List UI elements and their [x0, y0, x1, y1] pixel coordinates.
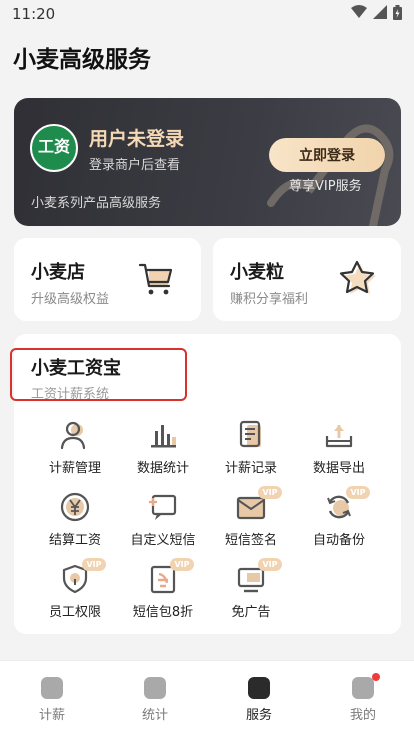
vip-badge: VIP: [346, 486, 370, 499]
profile-icon: [352, 677, 374, 699]
login-button[interactable]: 立即登录: [269, 138, 385, 172]
vip-service-text: 尊享VIP服务: [289, 179, 362, 194]
feature-sms-signature[interactable]: VIP 短信签名: [206, 486, 296, 553]
status-time: 11:20: [12, 5, 56, 23]
feature-ad-free[interactable]: VIP 免广告: [206, 558, 296, 625]
tab-label: 服务: [245, 708, 272, 723]
feature-employee-permissions[interactable]: VIP 员工权限: [30, 558, 120, 625]
feature-label: 结算工资: [48, 533, 101, 548]
feature-salary-records[interactable]: 计薪记录: [206, 419, 296, 481]
status-icons: [351, 4, 402, 24]
highlight-annotation: [10, 348, 187, 401]
feature-label: 短信包8折: [132, 605, 194, 620]
login-status-title: 用户未登录: [89, 128, 185, 150]
diamond-icon: [248, 677, 270, 699]
shortcut-title: 小麦店: [31, 262, 85, 283]
login-status-subtitle: 登录商户后查看: [89, 158, 181, 173]
feature-salary-management[interactable]: 计薪管理: [30, 419, 120, 481]
document-icon: [239, 420, 261, 448]
bottom-tab-bar: 计薪 统计 服务 我的: [0, 660, 414, 736]
shortcut-subtitle: 赚积分享福利: [230, 292, 309, 307]
feature-label: 计薪管理: [48, 461, 101, 476]
status-bar: 11:20: [0, 0, 414, 28]
feature-data-export[interactable]: 数据导出: [294, 419, 384, 481]
feature-label: 自定义短信: [130, 533, 196, 548]
feature-label: 数据导出: [312, 461, 365, 476]
notification-dot: [372, 673, 380, 681]
shortcut-card-xiaomai-store[interactable]: 小麦店 升级高级权益: [14, 238, 201, 321]
star-icon: [339, 260, 376, 294]
vip-login-card[interactable]: 工资 用户未登录 登录商户后查看 小麦系列产品高级服务 立即登录 尊享VIP服务: [14, 98, 401, 226]
wifi-icon: [351, 5, 367, 23]
series-description: 小麦系列产品高级服务: [31, 196, 162, 211]
upload-icon: [325, 425, 353, 448]
feature-sms-package-discount[interactable]: VIP 短信包8折: [118, 558, 208, 625]
logo-text: 工资: [37, 137, 70, 156]
shortcut-subtitle: 升级高级权益: [31, 292, 110, 307]
app-logo: 工资: [30, 124, 78, 172]
signal-icon: [373, 5, 387, 23]
vip-badge: VIP: [258, 558, 282, 571]
shortcut-title: 小麦粒: [230, 262, 284, 283]
shopping-cart-icon: [138, 263, 173, 295]
tab-profile[interactable]: 我的: [328, 673, 398, 725]
message-add-icon: [149, 494, 177, 520]
tab-label: 统计: [141, 708, 168, 723]
stats-icon: [144, 677, 166, 699]
vip-badge: VIP: [82, 558, 106, 571]
tab-salary[interactable]: 计薪: [17, 673, 87, 725]
yen-icon: [60, 492, 90, 522]
tab-label: 计薪: [38, 708, 65, 723]
feature-auto-backup[interactable]: VIP 自动备份: [294, 486, 384, 553]
feature-settle-salary[interactable]: 结算工资: [30, 491, 120, 553]
tab-statistics[interactable]: 统计: [120, 673, 190, 725]
feature-custom-sms[interactable]: 自定义短信: [118, 491, 208, 553]
page-title: 小麦高级服务: [13, 47, 151, 73]
feature-label: 免广告: [231, 605, 271, 620]
vip-badge: VIP: [170, 558, 194, 571]
tab-services[interactable]: 服务: [224, 673, 294, 725]
bar-chart-icon: [151, 425, 176, 448]
vip-badge: VIP: [258, 486, 282, 499]
user-icon: [60, 421, 86, 450]
shortcut-card-xiaomai-points[interactable]: 小麦粒 赚积分享福利: [213, 238, 401, 321]
feature-label: 员工权限: [48, 605, 101, 620]
feature-data-statistics[interactable]: 数据统计: [118, 419, 208, 481]
tab-label: 我的: [349, 708, 376, 723]
feature-label: 自动备份: [312, 533, 365, 548]
feature-label: 数据统计: [136, 461, 189, 476]
battery-icon: [393, 4, 402, 24]
salary-icon: [41, 677, 63, 699]
feature-label: 短信签名: [224, 533, 277, 548]
feature-label: 计薪记录: [224, 461, 277, 476]
